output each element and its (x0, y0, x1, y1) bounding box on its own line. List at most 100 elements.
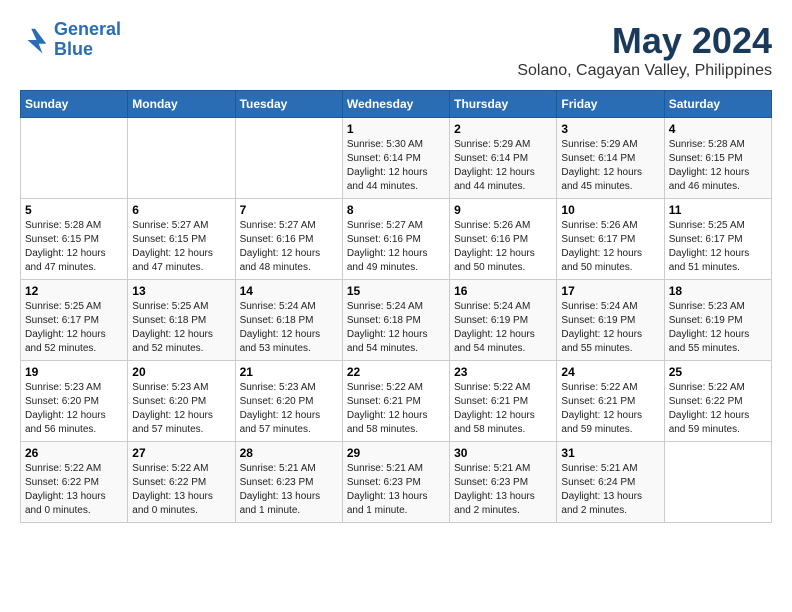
day-info: Sunrise: 5:24 AMSunset: 6:18 PMDaylight:… (347, 300, 445, 356)
calendar-cell: 8 Sunrise: 5:27 AMSunset: 6:16 PMDaylight… (342, 199, 449, 280)
day-number: 21 (240, 365, 338, 379)
calendar-cell: 31 Sunrise: 5:21 AMSunset: 6:24 PMDayligh… (557, 442, 664, 523)
day-number: 30 (454, 446, 552, 460)
location-subtitle: Solano, Cagayan Valley, Philippines (517, 62, 772, 80)
day-info: Sunrise: 5:26 AMSunset: 6:16 PMDaylight:… (454, 219, 552, 275)
day-number: 6 (132, 203, 230, 217)
day-number: 3 (561, 122, 659, 136)
day-number: 16 (454, 284, 552, 298)
calendar-cell: 19 Sunrise: 5:23 AMSunset: 6:20 PMDayligh… (21, 361, 128, 442)
day-info: Sunrise: 5:29 AMSunset: 6:14 PMDaylight:… (454, 138, 552, 194)
day-info: Sunrise: 5:28 AMSunset: 6:15 PMDaylight:… (669, 138, 767, 194)
day-info: Sunrise: 5:21 AMSunset: 6:23 PMDaylight:… (454, 462, 552, 518)
day-info: Sunrise: 5:23 AMSunset: 6:20 PMDaylight:… (132, 381, 230, 437)
day-info: Sunrise: 5:27 AMSunset: 6:16 PMDaylight:… (240, 219, 338, 275)
calendar-cell: 5 Sunrise: 5:28 AMSunset: 6:15 PMDaylight… (21, 199, 128, 280)
calendar-cell: 23 Sunrise: 5:22 AMSunset: 6:21 PMDayligh… (450, 361, 557, 442)
calendar-cell: 17Sunrise: 5:24 AMSunset: 6:19 PMDayligh… (557, 280, 664, 361)
week-row-5: 26Sunrise: 5:22 AMSunset: 6:22 PMDayligh… (21, 442, 772, 523)
day-number: 18 (669, 284, 767, 298)
day-number: 23 (454, 365, 552, 379)
day-info: Sunrise: 5:30 AMSunset: 6:14 PMDaylight:… (347, 138, 445, 194)
calendar-cell: 6 Sunrise: 5:27 AMSunset: 6:15 PMDaylight… (128, 199, 235, 280)
calendar-cell (21, 118, 128, 199)
day-number: 27 (132, 446, 230, 460)
day-info: Sunrise: 5:29 AMSunset: 6:14 PMDaylight:… (561, 138, 659, 194)
day-number: 19 (25, 365, 123, 379)
day-number: 12 (25, 284, 123, 298)
logo-text: General Blue (54, 20, 121, 60)
day-number: 8 (347, 203, 445, 217)
week-row-3: 12 Sunrise: 5:25 AMSunset: 6:17 PMDayligh… (21, 280, 772, 361)
calendar-cell: 15 Sunrise: 5:24 AMSunset: 6:18 PMDayligh… (342, 280, 449, 361)
logo: General Blue (20, 20, 121, 60)
calendar-cell: 16 Sunrise: 5:24 AMSunset: 6:19 PMDayligh… (450, 280, 557, 361)
month-title: May 2024 (517, 20, 772, 62)
day-number: 14 (240, 284, 338, 298)
day-info: Sunrise: 5:28 AMSunset: 6:15 PMDaylight:… (25, 219, 123, 275)
day-info: Sunrise: 5:26 AMSunset: 6:17 PMDaylight:… (561, 219, 659, 275)
calendar-cell (664, 442, 771, 523)
day-number: 7 (240, 203, 338, 217)
day-number: 15 (347, 284, 445, 298)
day-number: 1 (347, 122, 445, 136)
calendar-cell: 14 Sunrise: 5:24 AMSunset: 6:18 PMDayligh… (235, 280, 342, 361)
day-info: Sunrise: 5:25 AMSunset: 6:17 PMDaylight:… (25, 300, 123, 356)
page-header: General Blue May 2024 Solano, Cagayan Va… (20, 20, 772, 80)
calendar-cell: 18 Sunrise: 5:23 AMSunset: 6:19 PMDayligh… (664, 280, 771, 361)
column-header-friday: Friday (557, 91, 664, 118)
day-info: Sunrise: 5:22 AMSunset: 6:21 PMDaylight:… (454, 381, 552, 437)
calendar-cell: 22 Sunrise: 5:22 AMSunset: 6:21 PMDayligh… (342, 361, 449, 442)
calendar-cell: 13Sunrise: 5:25 AMSunset: 6:18 PMDayligh… (128, 280, 235, 361)
day-info: Sunrise: 5:22 AMSunset: 6:21 PMDaylight:… (561, 381, 659, 437)
calendar-table: SundayMondayTuesdayWednesdayThursdayFrid… (20, 90, 772, 523)
logo-icon (20, 25, 50, 55)
calendar-header: SundayMondayTuesdayWednesdayThursdayFrid… (21, 91, 772, 118)
day-info: Sunrise: 5:24 AMSunset: 6:19 PMDaylight:… (454, 300, 552, 356)
day-number: 17 (561, 284, 659, 298)
day-info: Sunrise: 5:22 AMSunset: 6:21 PMDaylight:… (347, 381, 445, 437)
calendar-cell: 29 Sunrise: 5:21 AMSunset: 6:23 PMDayligh… (342, 442, 449, 523)
day-info: Sunrise: 5:21 AMSunset: 6:23 PMDaylight:… (240, 462, 338, 518)
day-number: 20 (132, 365, 230, 379)
column-header-thursday: Thursday (450, 91, 557, 118)
day-info: Sunrise: 5:27 AMSunset: 6:15 PMDaylight:… (132, 219, 230, 275)
day-number: 5 (25, 203, 123, 217)
calendar-body: 1 Sunrise: 5:30 AMSunset: 6:14 PMDaylight… (21, 118, 772, 523)
calendar-cell: 10 Sunrise: 5:26 AMSunset: 6:17 PMDayligh… (557, 199, 664, 280)
day-info: Sunrise: 5:27 AMSunset: 6:16 PMDaylight:… (347, 219, 445, 275)
week-row-4: 19 Sunrise: 5:23 AMSunset: 6:20 PMDayligh… (21, 361, 772, 442)
calendar-cell: 2 Sunrise: 5:29 AMSunset: 6:14 PMDaylight… (450, 118, 557, 199)
title-section: May 2024 Solano, Cagayan Valley, Philipp… (517, 20, 772, 80)
calendar-cell: 12 Sunrise: 5:25 AMSunset: 6:17 PMDayligh… (21, 280, 128, 361)
calendar-cell: 30 Sunrise: 5:21 AMSunset: 6:23 PMDayligh… (450, 442, 557, 523)
day-info: Sunrise: 5:23 AMSunset: 6:19 PMDaylight:… (669, 300, 767, 356)
column-header-monday: Monday (128, 91, 235, 118)
day-number: 24 (561, 365, 659, 379)
calendar-cell: 27Sunrise: 5:22 AMSunset: 6:22 PMDayligh… (128, 442, 235, 523)
day-info: Sunrise: 5:25 AMSunset: 6:17 PMDaylight:… (669, 219, 767, 275)
calendar-cell (235, 118, 342, 199)
day-info: Sunrise: 5:24 AMSunset: 6:18 PMDaylight:… (240, 300, 338, 356)
calendar-cell: 21 Sunrise: 5:23 AMSunset: 6:20 PMDayligh… (235, 361, 342, 442)
day-number: 26 (25, 446, 123, 460)
header-row: SundayMondayTuesdayWednesdayThursdayFrid… (21, 91, 772, 118)
calendar-cell: 28 Sunrise: 5:21 AMSunset: 6:23 PMDayligh… (235, 442, 342, 523)
calendar-cell: 4 Sunrise: 5:28 AMSunset: 6:15 PMDaylight… (664, 118, 771, 199)
day-number: 10 (561, 203, 659, 217)
day-number: 2 (454, 122, 552, 136)
day-info: Sunrise: 5:21 AMSunset: 6:24 PMDaylight:… (561, 462, 659, 518)
day-number: 22 (347, 365, 445, 379)
day-number: 4 (669, 122, 767, 136)
week-row-2: 5 Sunrise: 5:28 AMSunset: 6:15 PMDaylight… (21, 199, 772, 280)
day-info: Sunrise: 5:23 AMSunset: 6:20 PMDaylight:… (240, 381, 338, 437)
column-header-saturday: Saturday (664, 91, 771, 118)
day-info: Sunrise: 5:23 AMSunset: 6:20 PMDaylight:… (25, 381, 123, 437)
calendar-cell: 26Sunrise: 5:22 AMSunset: 6:22 PMDayligh… (21, 442, 128, 523)
day-number: 13 (132, 284, 230, 298)
day-number: 31 (561, 446, 659, 460)
day-number: 29 (347, 446, 445, 460)
calendar-cell: 25Sunrise: 5:22 AMSunset: 6:22 PMDayligh… (664, 361, 771, 442)
day-number: 28 (240, 446, 338, 460)
day-info: Sunrise: 5:21 AMSunset: 6:23 PMDaylight:… (347, 462, 445, 518)
